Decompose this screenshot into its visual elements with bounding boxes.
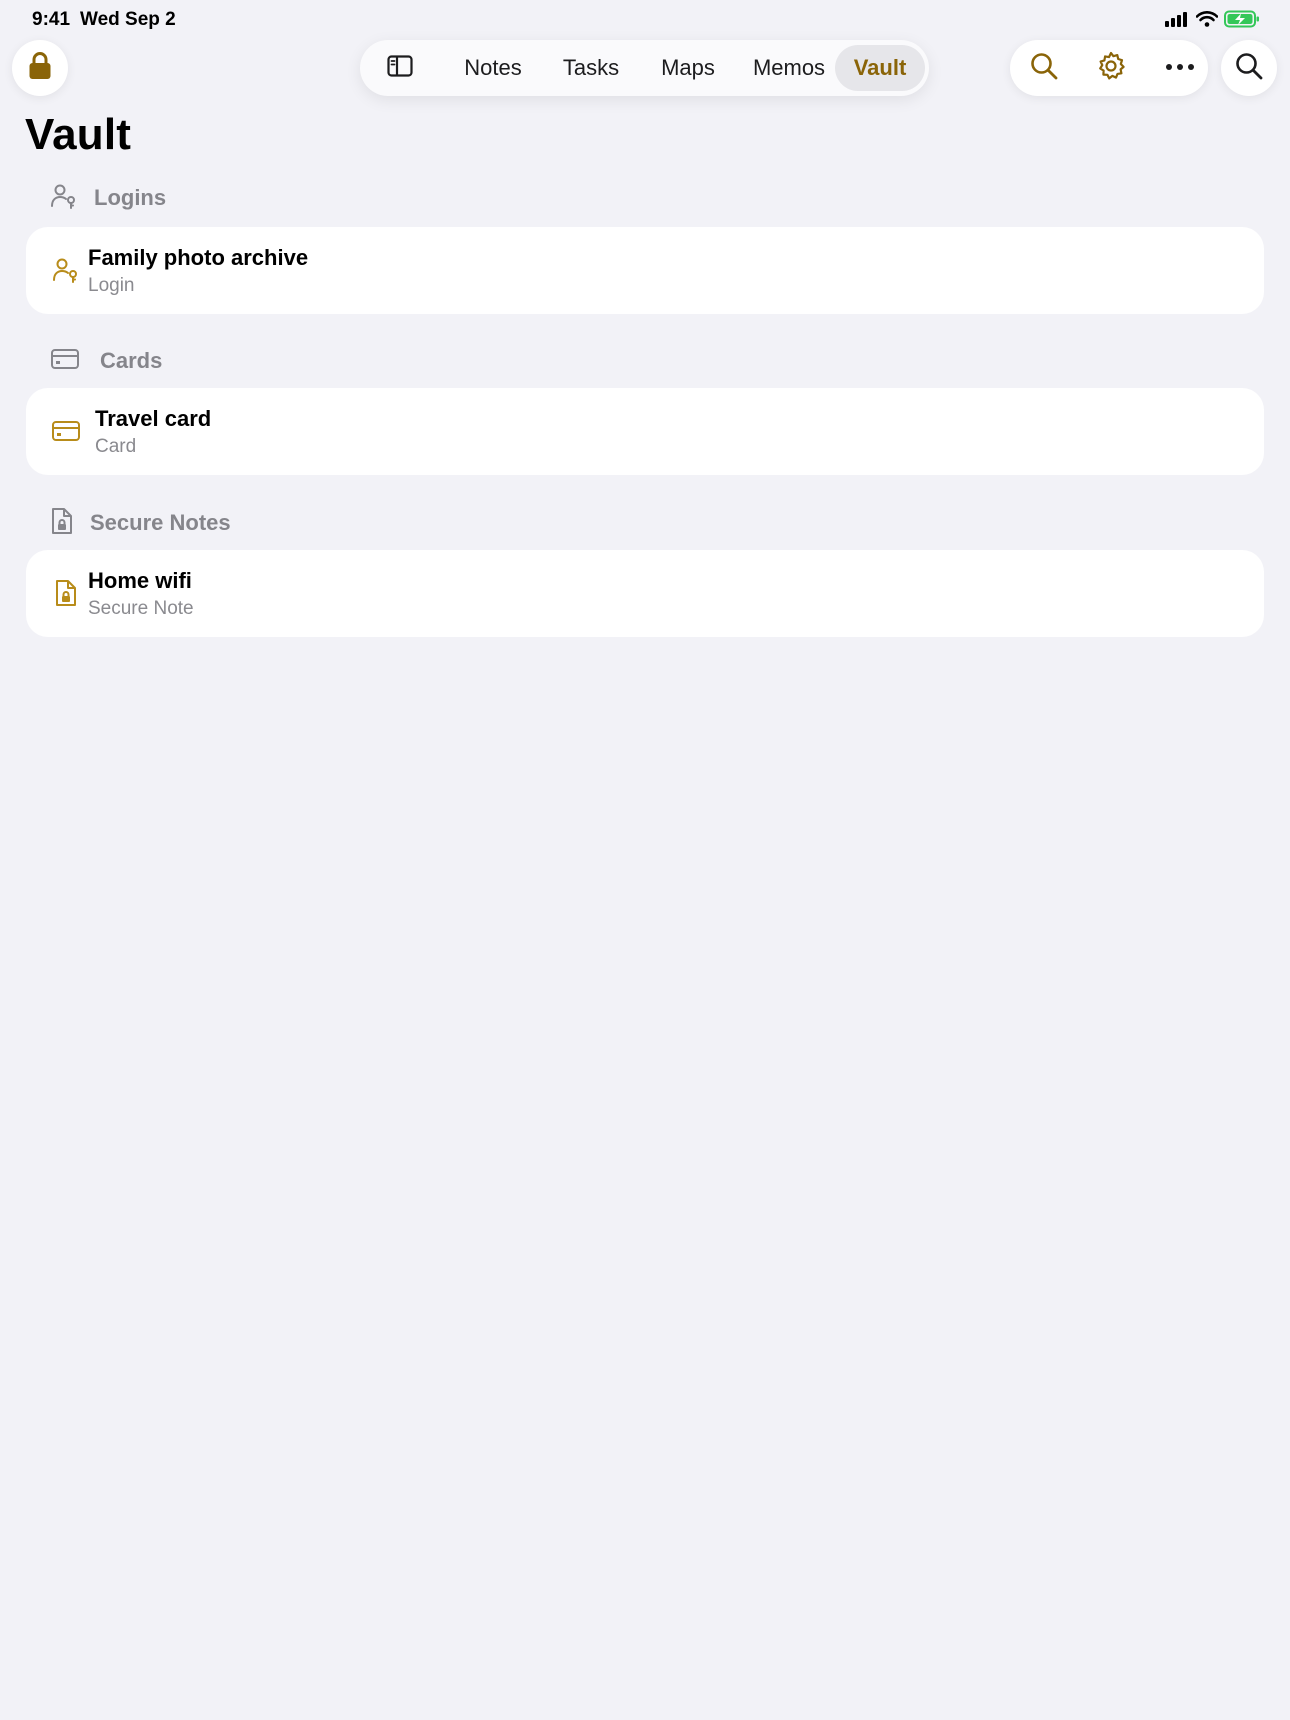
lock-icon [27, 51, 53, 86]
locked-document-icon [50, 577, 82, 609]
more-button[interactable] [1164, 52, 1196, 84]
item-subtitle: Login [88, 275, 135, 296]
item-subtitle: Card [95, 436, 137, 457]
gear-icon [1095, 50, 1127, 87]
tab-notes[interactable]: Notes [450, 40, 536, 96]
more-icon [1165, 59, 1195, 77]
global-search-button[interactable] [1221, 40, 1277, 96]
credit-card-icon [50, 415, 82, 447]
search-icon [1234, 51, 1264, 86]
search-icon [1029, 51, 1059, 86]
section-label: Secure Notes [90, 510, 231, 535]
status-date: Wed Sep 2 [80, 9, 176, 30]
tab-tasks[interactable]: Tasks [546, 40, 636, 96]
person-key-icon [50, 182, 78, 215]
section-header-secure-notes: Secure Notes [50, 507, 231, 540]
item-title: Home wifi [88, 568, 192, 593]
list-item-home-wifi[interactable]: Home wifi Secure Note [26, 550, 1264, 637]
sidebar-icon [387, 54, 413, 82]
toolbar-group [1010, 40, 1208, 96]
wifi-icon [1195, 11, 1219, 32]
locked-document-icon [50, 507, 74, 540]
cellular-signal-icon [1164, 11, 1190, 32]
status-icons [1164, 10, 1260, 33]
item-title: Family photo archive [88, 245, 309, 270]
section-label: Logins [94, 185, 167, 210]
tab-bar: Notes Tasks Maps Memos Vault [360, 40, 929, 96]
status-bar: 9:41 Wed Sep 2 [0, 0, 1290, 40]
sidebar-toggle-button[interactable] [380, 52, 420, 84]
person-key-icon [50, 254, 82, 286]
tab-vault[interactable]: Vault [835, 45, 925, 91]
item-title: Travel card [95, 406, 212, 431]
section-header-cards: Cards [50, 346, 162, 376]
page-title: Vault [25, 110, 132, 159]
settings-button[interactable] [1095, 50, 1127, 87]
battery-charging-icon [1224, 10, 1260, 33]
tab-maps[interactable]: Maps [645, 40, 731, 96]
list-item-family-photo-archive[interactable]: Family photo archive Login [26, 227, 1264, 314]
item-subtitle: Secure Note [88, 598, 194, 619]
section-header-logins: Logins [50, 183, 166, 213]
section-label: Cards [100, 348, 163, 373]
list-item-travel-card[interactable]: Travel card Card [26, 388, 1264, 475]
tab-memos[interactable]: Memos [738, 40, 840, 96]
lock-button[interactable] [12, 40, 68, 96]
status-time: 9:41 [32, 9, 71, 30]
credit-card-icon [50, 347, 80, 376]
search-button[interactable] [1028, 52, 1060, 84]
